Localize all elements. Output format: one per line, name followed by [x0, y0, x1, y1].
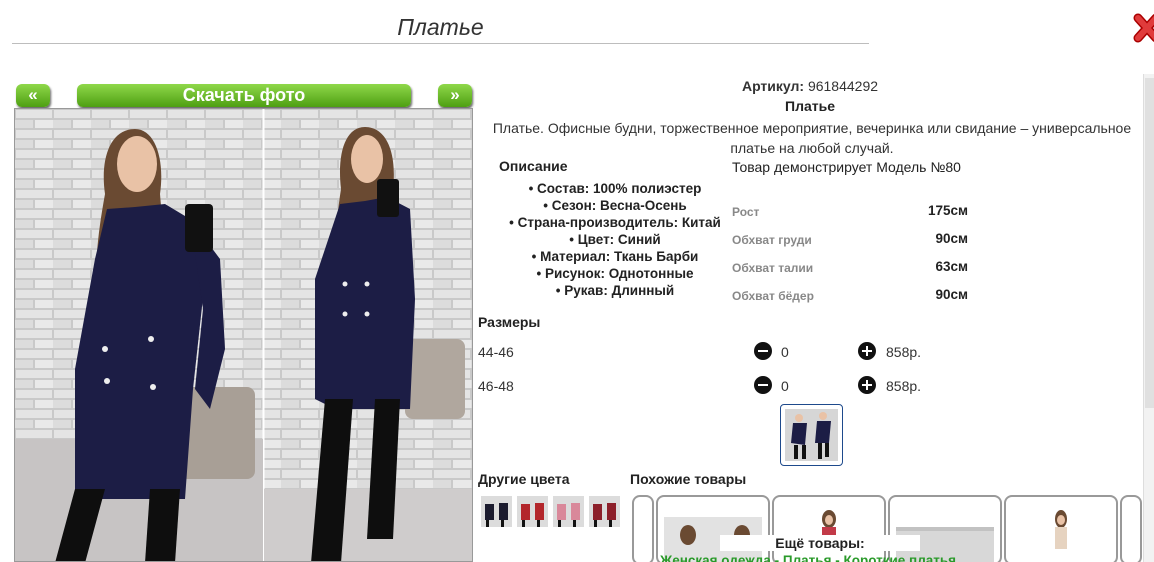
color-variant-thumbnail[interactable]: [517, 496, 548, 527]
model-value: 90см: [935, 231, 968, 246]
property-item: Рукав: Длинный: [480, 282, 750, 299]
sku-value: 961844292: [807, 78, 879, 94]
property-item: Страна-производитель: Китай: [480, 214, 750, 231]
size-label: 46-48: [478, 378, 514, 394]
size-price: 858р.: [886, 378, 922, 394]
category-link[interactable]: Короткие платья: [843, 553, 956, 562]
link-separator: -: [831, 553, 844, 562]
model-row-hips: Обхват бёдер 90см: [732, 286, 968, 306]
model-label: Обхват груди: [732, 233, 812, 247]
size-label: 44-46: [478, 344, 514, 360]
product-photo: [14, 108, 473, 562]
download-photo-button[interactable]: Скачать фото: [77, 84, 411, 107]
link-separator: -: [770, 553, 783, 562]
scrollbar-thumb[interactable]: [1145, 78, 1154, 408]
size-row: 46-48 0 858р.: [478, 376, 938, 398]
color-variant-thumbnail[interactable]: [553, 496, 584, 527]
similar-product-card[interactable]: [772, 495, 886, 562]
more-goods-heading: Ещё товары:: [720, 535, 920, 551]
color-variant-thumbnail[interactable]: [589, 496, 620, 527]
property-item: Рисунок: Однотонные: [480, 265, 750, 282]
page-title: Платье: [12, 8, 869, 44]
similar-product-card[interactable]: [888, 495, 1002, 562]
minus-icon[interactable]: [754, 342, 772, 360]
plus-icon[interactable]: [858, 342, 876, 360]
sku-label: Артикул:: [741, 78, 805, 94]
other-colors-heading: Другие цвета: [478, 471, 570, 487]
color-variant-thumbnail[interactable]: [481, 496, 512, 527]
prev-photo-button[interactable]: «: [16, 84, 50, 107]
similar-product-card[interactable]: [656, 495, 770, 562]
similar-next-card[interactable]: [1120, 495, 1142, 562]
model-row-chest: Обхват груди 90см: [732, 230, 968, 250]
selected-photo-thumbnail[interactable]: [780, 404, 843, 466]
model-label: Рост: [732, 205, 760, 219]
quantity-value: 0: [781, 378, 789, 394]
size-price: 858р.: [886, 344, 922, 360]
property-item: Цвет: Синий: [480, 231, 750, 248]
similar-prev-card[interactable]: [632, 495, 654, 562]
model-row-waist: Обхват талии 63см: [732, 258, 968, 278]
model-value: 90см: [935, 287, 968, 302]
scrollbar[interactable]: [1143, 74, 1154, 562]
next-photo-button[interactable]: »: [438, 84, 472, 107]
model-value: 63см: [935, 259, 968, 274]
product-description: Платье. Офисные будни, торжественное мер…: [492, 120, 1132, 156]
category-link[interactable]: Женская одежда: [660, 553, 771, 562]
sizes-heading: Размеры: [478, 314, 541, 330]
model-row-height: Рост 175см: [732, 202, 968, 222]
plus-icon[interactable]: [858, 376, 876, 394]
sku-line: Артикул: 961844292: [600, 78, 1020, 94]
quantity-value: 0: [781, 344, 789, 360]
similar-product-card[interactable]: [1004, 495, 1118, 562]
property-item: Состав: 100% полиэстер: [480, 180, 750, 197]
size-row: 44-46 0 858р.: [478, 342, 938, 364]
model-label: Обхват бёдер: [732, 289, 814, 303]
close-icon[interactable]: [1132, 12, 1154, 48]
model-value: 175см: [927, 203, 968, 218]
category-link[interactable]: Платья: [783, 553, 832, 562]
property-item: Материал: Ткань Барби: [480, 248, 750, 265]
properties-list: Состав: 100% полиэстер Сезон: Весна-Осен…: [480, 180, 750, 299]
model-heading: Товар демонстрирует Модель №80: [732, 159, 961, 175]
similar-heading: Похожие товары: [630, 471, 747, 487]
property-item: Сезон: Весна-Осень: [480, 197, 750, 214]
more-goods-links: Женская одежда - Платья - Короткие плать…: [660, 553, 990, 562]
model-label: Обхват талии: [732, 261, 814, 275]
minus-icon[interactable]: [754, 376, 772, 394]
description-heading: Описание: [499, 158, 568, 174]
product-name: Платье: [785, 98, 835, 114]
